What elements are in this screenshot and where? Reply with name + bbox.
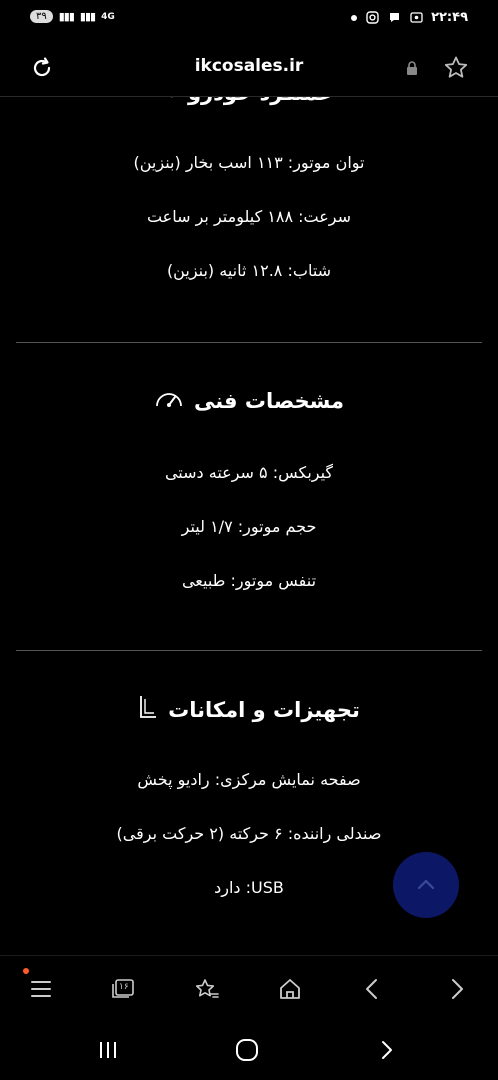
clock: ۲۲:۴۹ — [431, 10, 468, 25]
instagram-icon — [365, 11, 379, 25]
chat-icon — [387, 11, 401, 25]
network-type: 4G — [101, 11, 115, 22]
signal-icon: ▮▮▮ — [58, 10, 75, 23]
system-nav-bar — [0, 1019, 498, 1080]
status-left: ۳۹ ▮▮▮ ▮▮▮ 4G — [30, 10, 115, 23]
recent-apps-button[interactable] — [91, 1033, 125, 1067]
back-button[interactable] — [355, 972, 389, 1006]
screenshot-icon — [409, 11, 423, 25]
gauge-icon — [154, 387, 184, 414]
menu-notification-dot — [23, 968, 29, 974]
scroll-to-top-button[interactable] — [393, 852, 459, 918]
star-list-icon — [195, 979, 219, 998]
bookmarks-button[interactable] — [190, 972, 224, 1006]
tab-count: ۱۶ — [119, 982, 129, 992]
equipment-line-driver-seat: صندلی راننده: ۶ حرکته (۲ حرکت برقی) — [116, 824, 382, 843]
url-domain[interactable]: ikcosales.ir — [0, 56, 498, 76]
browser-url-bar: ikcosales.ir — [0, 38, 498, 97]
home-icon — [280, 979, 300, 999]
back-nav-button[interactable] — [370, 1033, 404, 1067]
notification-dot-icon — [351, 14, 358, 21]
section-divider-2 — [16, 650, 482, 651]
status-right: ۲۲:۴۹ — [351, 10, 468, 25]
speedometer-icon: ⚙ — [165, 97, 178, 101]
ruler-icon — [138, 694, 158, 725]
specs-title: مشخصات فنی — [16, 387, 482, 414]
perf-line-engine-power: توان موتور: ۱۱۳ اسب بخار (بنزین) — [133, 153, 365, 172]
forward-button[interactable] — [440, 972, 474, 1006]
specs-line-aspiration: تنفس موتور: طبیعی — [181, 571, 317, 590]
specs-title-text: مشخصات فنی — [193, 388, 345, 413]
home-nav-button[interactable] — [230, 1033, 264, 1067]
chevron-right-nav-icon — [382, 1041, 392, 1059]
tabs-icon: ۱۶ — [111, 978, 135, 1000]
menu-icon — [31, 981, 51, 997]
chevron-right-icon — [452, 979, 463, 999]
equipment-title: تجهیزات و امکانات — [16, 694, 482, 725]
section-divider — [16, 342, 482, 343]
battery-indicator: ۳۹ — [30, 10, 53, 23]
specs-line-engine-volume: حجم موتور: ۱/۷ لیتر — [181, 517, 317, 536]
perf-line-acceleration: شتاب: ۱۲.۸ ثانیه (بنزین) — [166, 261, 332, 280]
performance-title: عملکرد خودرو ⚙ — [16, 97, 482, 105]
bookmark-star-icon[interactable] — [442, 54, 470, 82]
menu-button[interactable] — [24, 972, 58, 1006]
tabs-button[interactable]: ۱۶ — [106, 972, 140, 1006]
chevron-up-icon — [417, 879, 435, 890]
browser-toolbar: ۱۶ — [0, 955, 498, 1020]
equipment-title-text: تجهیزات و امکانات — [168, 697, 360, 722]
home-circle-icon — [236, 1039, 258, 1061]
lock-icon[interactable] — [405, 60, 419, 76]
home-button[interactable] — [273, 972, 307, 1006]
chevron-left-icon — [366, 979, 377, 999]
status-bar: ۳۹ ▮▮▮ ▮▮▮ 4G ۲۲:۴۹ — [0, 0, 498, 38]
signal-icon-2: ▮▮▮ — [79, 10, 96, 23]
recent-apps-icon — [100, 1042, 116, 1058]
equipment-line-display: صفحه نمایش مرکزی: رادیو پخش — [137, 770, 361, 789]
specs-line-gearbox: گیربکس: ۵ سرعته دستی — [164, 463, 334, 482]
page-content: عملکرد خودرو ⚙ توان موتور: ۱۱۳ اسب بخار … — [0, 97, 498, 955]
performance-title-text: عملکرد خودرو — [188, 97, 333, 105]
perf-line-speed: سرعت: ۱۸۸ کیلومتر بر ساعت — [146, 207, 352, 226]
